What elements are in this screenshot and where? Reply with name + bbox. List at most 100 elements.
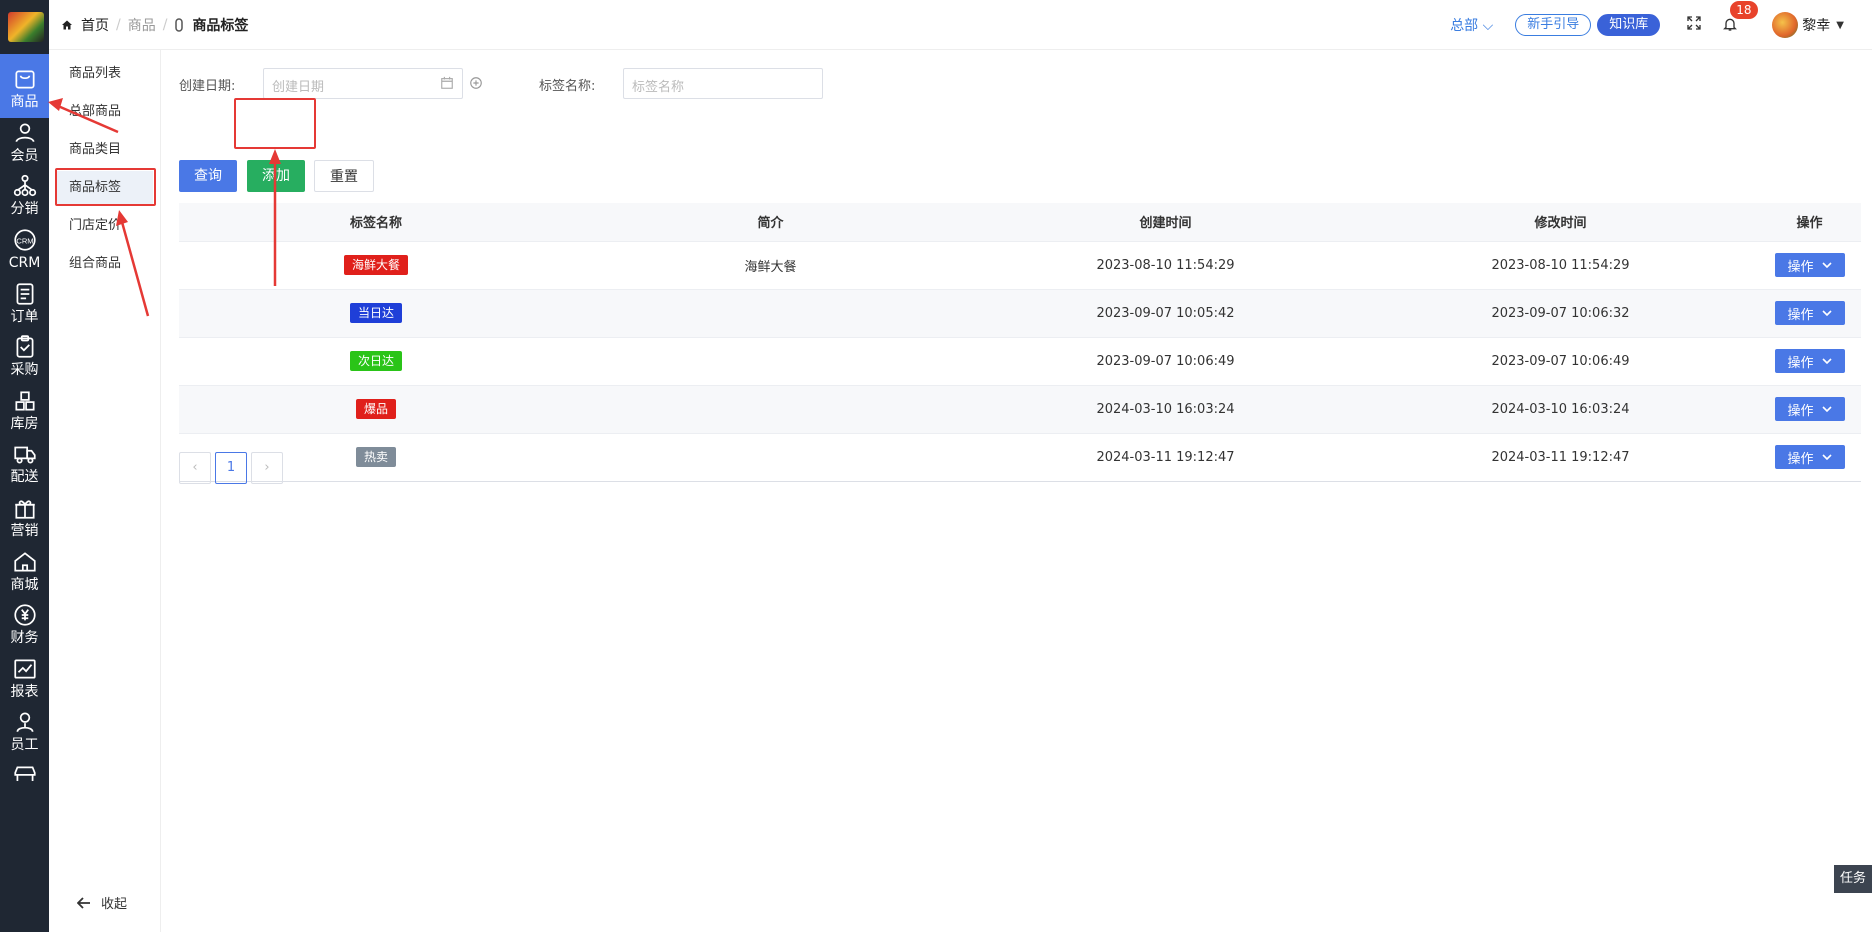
tags-table: 标签名称 简介 创建时间 修改时间 操作 海鲜大餐 海鲜大餐 2023-08-10 … [179, 203, 1861, 482]
brand-logo[interactable] [8, 12, 44, 42]
rail-item-merchant[interactable]: 商家 [0, 751, 49, 781]
table-row: 热卖 2024-03-11 19:12:47 2024-03-11 19:12:47… [179, 432, 1861, 482]
home-icon [62, 20, 72, 30]
actions-cell: 操作 [1758, 336, 1861, 385]
sidebar-item-hq-products[interactable]: 总部商品 [57, 95, 153, 129]
date-range-input[interactable]: 创建日期 [263, 68, 463, 99]
column-header: 操作 [1758, 203, 1861, 241]
intro-cell [573, 288, 968, 337]
query-button[interactable]: 查询 [179, 160, 237, 192]
column-header: 修改时间 [1363, 203, 1758, 241]
clipboard-icon [16, 335, 33, 358]
add-button[interactable]: 添加 [247, 160, 305, 192]
modified-time-cell: 2024-03-11 19:12:47 [1363, 432, 1758, 482]
username[interactable]: 黎幸 [1802, 15, 1830, 35]
staff-icon [16, 712, 33, 733]
tag-name-cell: 爆品 [179, 384, 573, 433]
crm-icon: CRM [13, 229, 36, 251]
task-button[interactable]: 任务 [1834, 865, 1872, 893]
modified-time-cell: 2023-08-10 11:54:29 [1363, 240, 1758, 289]
truck-icon [13, 446, 36, 464]
intro-cell: 海鲜大餐 [573, 240, 968, 289]
next-page-button[interactable]: › [251, 452, 283, 484]
add-circle-icon[interactable] [469, 76, 483, 90]
created-time-cell: 2023-08-10 11:54:29 [968, 240, 1363, 289]
modified-time-cell: 2024-03-10 16:03:24 [1363, 384, 1758, 433]
tag-chip: 爆品 [355, 399, 396, 419]
tag-chip: 当日达 [349, 303, 402, 323]
sidebar-item-store-pricing[interactable]: 门店定价 [57, 209, 153, 243]
page-number[interactable]: 1 [215, 452, 247, 484]
chevron-down-icon [1821, 358, 1832, 364]
row-action-label: 操作 [1787, 451, 1814, 467]
guide-button[interactable]: 新手引导 [1515, 14, 1592, 36]
row-action-dropdown[interactable]: 操作 [1774, 253, 1845, 277]
document-icon [16, 283, 33, 305]
sidebar-item-categories[interactable]: 商品类目 [57, 133, 153, 167]
row-action-dropdown[interactable]: 操作 [1774, 397, 1845, 421]
breadcrumb-home[interactable]: 首页 [81, 15, 109, 35]
tag-name-placeholder: 标签名称 [632, 80, 685, 95]
caret-down-icon[interactable]: ▼ [1836, 20, 1844, 31]
pagination: ‹ 1 › [179, 452, 283, 484]
tag-name-cell: 当日达 [179, 288, 573, 337]
boxes-icon [14, 391, 35, 411]
sidebar-item-product-list[interactable]: 商品列表 [57, 57, 153, 91]
network-icon [13, 174, 36, 197]
notification-bell[interactable]: 18 [1722, 1, 1758, 35]
row-action-dropdown[interactable]: 操作 [1774, 445, 1845, 469]
modified-time-cell: 2023-09-07 10:06:49 [1363, 336, 1758, 385]
tag-clip-icon [175, 18, 184, 32]
intro-cell [573, 336, 968, 385]
breadcrumb-section[interactable]: 商品 [128, 15, 156, 35]
chevron-down-icon [1821, 454, 1832, 460]
row-action-label: 操作 [1787, 259, 1814, 275]
collapse-button[interactable]: 收起 [77, 893, 127, 912]
notification-count-badge: 18 [1730, 1, 1758, 19]
org-switcher[interactable]: 总部 ⌵ [1450, 15, 1493, 35]
actions-cell: 操作 [1758, 288, 1861, 337]
tag-chip: 热卖 [355, 447, 396, 467]
arrow-left-icon [77, 896, 90, 909]
knowledge-base-button[interactable]: 知识库 [1597, 14, 1661, 36]
user-icon [14, 123, 35, 143]
tag-name-input[interactable]: 标签名称 [623, 68, 823, 99]
avatar[interactable] [1772, 12, 1799, 38]
sidebar-item-bundles[interactable]: 组合商品 [57, 247, 153, 281]
breadcrumb-separator: / [116, 17, 121, 33]
actions-cell: 操作 [1758, 240, 1861, 289]
row-action-dropdown[interactable]: 操作 [1774, 349, 1845, 373]
column-header: 标签名称 [179, 203, 573, 241]
table-row: 爆品 2024-03-10 16:03:24 2024-03-10 16:03:24… [179, 384, 1861, 433]
chart-icon [13, 659, 36, 679]
reset-button[interactable]: 重置 [314, 160, 374, 192]
actions-cell: 操作 [1758, 384, 1861, 433]
row-action-dropdown[interactable]: 操作 [1774, 301, 1845, 325]
intro-cell [573, 432, 968, 482]
breadcrumb: 首页 / 商品 / 商品标签 [61, 15, 248, 35]
collapse-label: 收起 [101, 897, 128, 912]
tag-name-filter-label: 标签名称: [539, 79, 596, 94]
date-placeholder: 创建日期 [272, 80, 325, 95]
highlight-box-tags [55, 168, 156, 206]
header-tools: 总部 ⌵ 新手引导 知识库 18 黎幸 ▼ [1450, 0, 1872, 50]
table-row: 海鲜大餐 海鲜大餐 2023-08-10 11:54:29 2023-08-10 11… [179, 240, 1861, 289]
home-icon [13, 552, 36, 572]
org-label: 总部 [1450, 18, 1479, 34]
highlight-box-add [234, 98, 316, 149]
created-time-cell: 2024-03-10 16:03:24 [968, 384, 1363, 433]
date-filter-label: 创建日期: [179, 79, 236, 94]
table-header-row: 标签名称 简介 创建时间 修改时间 操作 [179, 203, 1861, 241]
actions-cell: 操作 [1758, 432, 1861, 482]
chevron-down-icon [1821, 310, 1832, 316]
table-row: 次日达 2023-09-07 10:06:49 2023-09-07 10:06:4… [179, 336, 1861, 385]
chevron-down-icon: ⌵ [1482, 18, 1494, 34]
created-time-cell: 2024-03-11 19:12:47 [968, 432, 1363, 482]
svg-text:CRM: CRM [16, 236, 33, 245]
fullscreen-icon[interactable] [1686, 15, 1706, 35]
main-nav-rail: 商品 会员 分销 CRM CRM 订单 采购 库房 配送 营销 商城 财务 报表… [0, 0, 49, 932]
column-header: 创建时间 [968, 203, 1363, 241]
intro-cell [573, 384, 968, 433]
main-content: 创建日期: 创建日期 标签名称: 标签名称 查询 添加 重置 标签名称 简介 创… [161, 50, 1872, 932]
prev-page-button[interactable]: ‹ [179, 452, 211, 484]
